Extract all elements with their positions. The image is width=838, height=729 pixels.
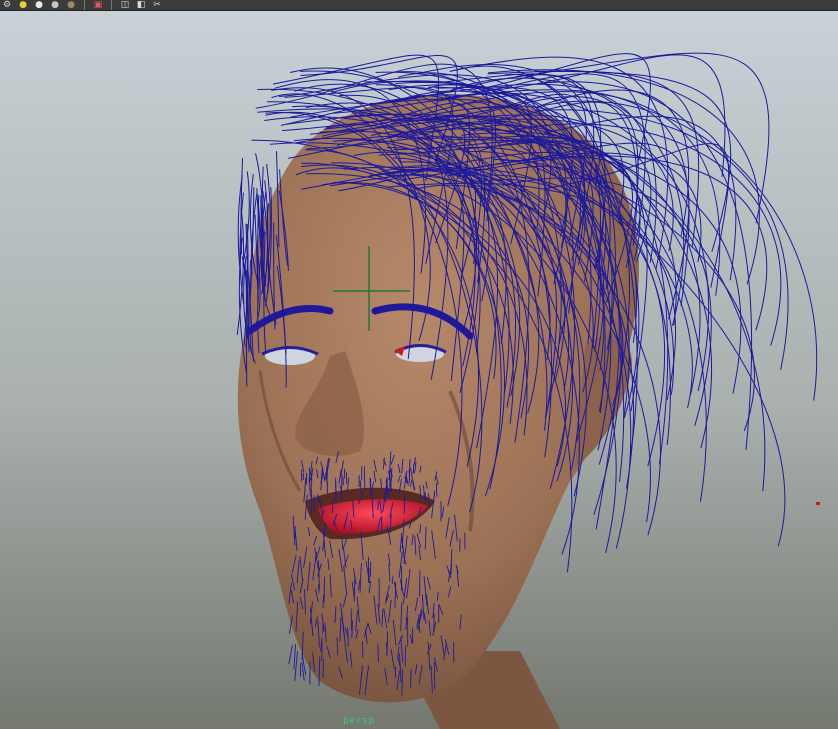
hair-strand (433, 662, 436, 690)
viewport-scene[interactable] (0, 11, 838, 729)
all-lights-icon[interactable]: ● (34, 0, 44, 10)
selection-marker (816, 502, 820, 505)
toolbar-divider (111, 0, 112, 10)
hair-strand (377, 501, 379, 510)
hair-strand (322, 594, 325, 609)
xray-joints-icon[interactable]: ◧ (136, 0, 146, 10)
xray-icon[interactable]: ◫ (120, 0, 130, 10)
hair-strand (353, 575, 356, 602)
shading-gear-icon[interactable]: ⚙ (2, 0, 12, 10)
hair-strand (408, 469, 411, 481)
hair-strand (410, 668, 412, 689)
isolate-select-icon[interactable]: ▣ (93, 0, 103, 10)
hair-strand (412, 463, 415, 475)
shadows-icon[interactable]: ● (50, 0, 60, 10)
ambient-occlusion-icon[interactable]: ● (66, 0, 76, 10)
default-light-icon[interactable]: ● (18, 0, 28, 10)
camera-label: persp (343, 716, 376, 726)
hair-strand (322, 658, 324, 679)
toolbar-divider (84, 0, 85, 10)
hair-strand (363, 466, 366, 490)
hair-strand (435, 483, 438, 498)
hair-strand (350, 608, 353, 631)
hair-strand (323, 576, 326, 603)
viewport-toolbar: ⚙ ● ● ● ● ▣ ◫ ◧ ✂ (0, 0, 838, 11)
xray-active-icon[interactable]: ✂ (152, 0, 162, 10)
3d-viewport[interactable] (0, 11, 838, 729)
